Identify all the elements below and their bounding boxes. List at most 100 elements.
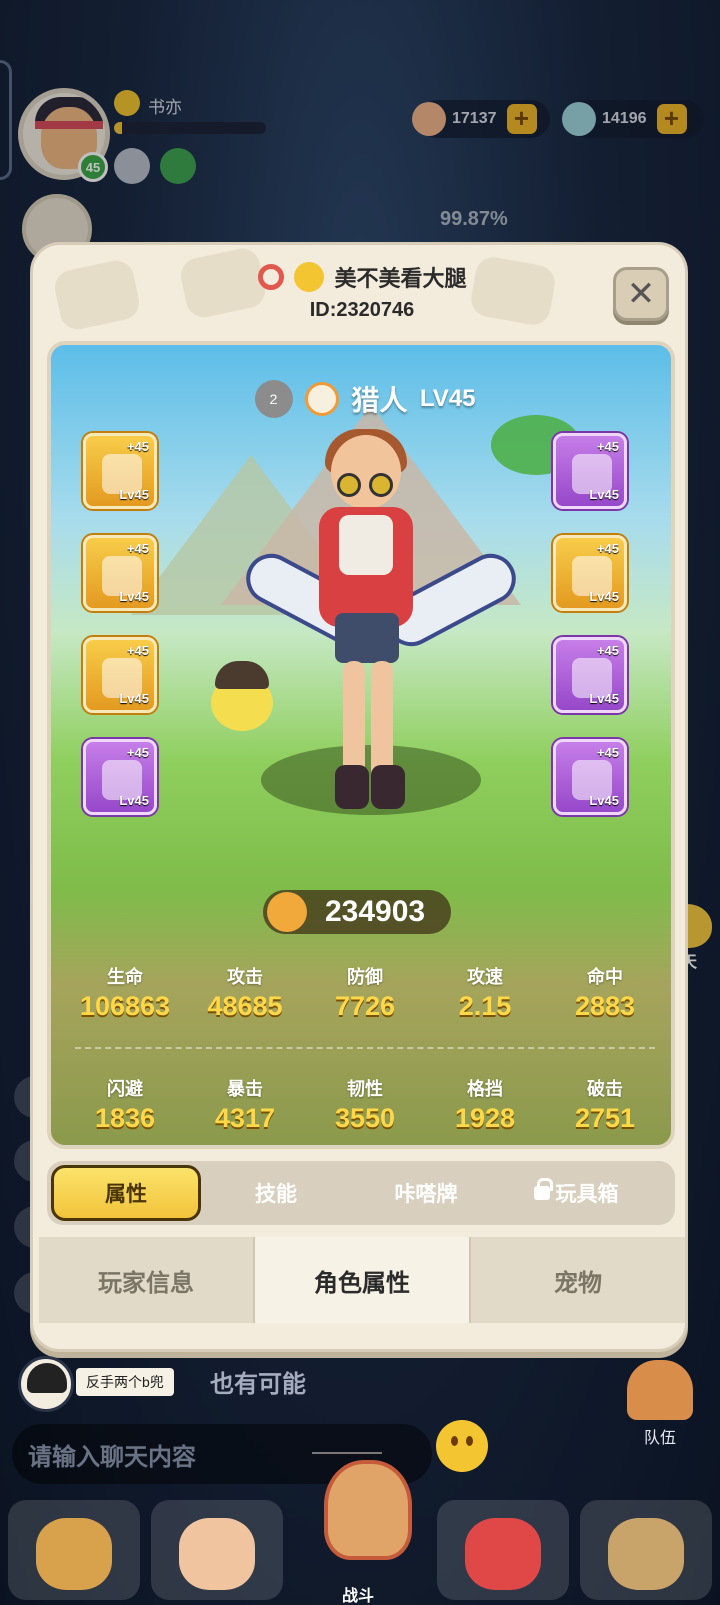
tab-player-info[interactable]: 玩家信息 bbox=[39, 1237, 255, 1323]
stat-accuracy: 命中 2883 bbox=[545, 963, 665, 1033]
chat-input-placeholder: 请输入聊天内容 bbox=[28, 1443, 196, 1471]
smiley-icon bbox=[293, 262, 324, 292]
stat-value: 4317 bbox=[214, 1103, 276, 1133]
bottom-nav: 战斗 bbox=[0, 1460, 720, 1605]
tab-attributes[interactable]: 属性 bbox=[51, 1165, 201, 1221]
tab-toybox[interactable]: 玩具箱 bbox=[501, 1165, 651, 1221]
equip-plus: +45 bbox=[596, 439, 619, 454]
class-level: LV45 bbox=[419, 385, 476, 412]
chat-message: 也有可能 bbox=[210, 1371, 306, 1398]
sub-tabs: 属性 技能 咔嗒牌 玩具箱 bbox=[47, 1161, 675, 1225]
equip-plus: +45 bbox=[596, 643, 619, 658]
stat-attack: 攻击 48685 bbox=[185, 963, 305, 1033]
stat-label: 攻速 bbox=[467, 967, 503, 987]
equip-slot-helmet[interactable]: +45 Lv45 bbox=[83, 535, 157, 611]
caveman-icon bbox=[36, 1518, 112, 1590]
nav-dino[interactable] bbox=[437, 1500, 569, 1600]
stat-label: 韧性 bbox=[347, 1079, 383, 1099]
equip-slot-bow[interactable]: +45 Lv45 bbox=[83, 433, 157, 509]
stat-label: 暴击 bbox=[227, 1079, 263, 1099]
hero-character[interactable] bbox=[291, 429, 441, 825]
pet-hat bbox=[215, 661, 269, 689]
stat-value: 1836 bbox=[94, 1103, 156, 1133]
team-label: 队伍 bbox=[643, 1430, 676, 1447]
equip-level: Lv45 bbox=[119, 793, 149, 808]
stat-value: 48685 bbox=[207, 991, 283, 1021]
hero-boot bbox=[335, 765, 369, 809]
chat-sender-avatar[interactable] bbox=[18, 1356, 74, 1412]
stat-value: 106863 bbox=[79, 991, 171, 1021]
equip-level: Lv45 bbox=[119, 691, 149, 706]
hero-boot bbox=[371, 765, 405, 809]
tab-skills[interactable]: 技能 bbox=[201, 1165, 351, 1221]
equip-level: Lv45 bbox=[589, 589, 619, 604]
main-tabs: 玩家信息 角色属性 宠物 bbox=[39, 1237, 685, 1323]
equip-plus: +45 bbox=[596, 745, 619, 760]
equip-slot-ring[interactable]: +45 Lv45 bbox=[83, 739, 157, 815]
hunter-class-icon bbox=[304, 382, 339, 416]
pet-character[interactable] bbox=[203, 655, 279, 739]
totem-icon bbox=[608, 1518, 684, 1590]
player-id: ID:2320746 bbox=[309, 299, 415, 321]
team-icon bbox=[627, 1360, 693, 1420]
stat-toughness: 韧性 3550 bbox=[305, 1075, 425, 1145]
modal-title-row: 美不美看大腿 bbox=[33, 261, 691, 293]
class-name: 猎人 bbox=[351, 385, 408, 416]
stat-crit: 暴击 4317 bbox=[185, 1075, 305, 1145]
battle-label: 战斗 bbox=[342, 1588, 375, 1605]
equip-level: Lv45 bbox=[589, 487, 619, 502]
stat-value: 2883 bbox=[574, 991, 636, 1021]
stat-value: 2751 bbox=[574, 1103, 636, 1133]
close-icon: ✕ bbox=[626, 275, 656, 313]
equip-slot-necklace[interactable]: +45 Lv45 bbox=[553, 739, 627, 815]
stat-label: 防御 bbox=[347, 967, 383, 987]
hero-shirt bbox=[339, 515, 393, 575]
stat-block: 格挡 1928 bbox=[425, 1075, 545, 1145]
hero-head bbox=[331, 435, 401, 509]
emoji-button[interactable] bbox=[436, 1420, 488, 1472]
stat-label: 格挡 bbox=[467, 1079, 503, 1099]
equip-slot-glove[interactable]: +45 Lv45 bbox=[83, 637, 157, 713]
stats-divider bbox=[75, 1047, 655, 1049]
equip-plus: +45 bbox=[126, 439, 149, 454]
equip-slot-gauntlet[interactable]: +45 Lv45 bbox=[553, 637, 627, 713]
stat-attack-speed: 攻速 2.15 bbox=[425, 963, 545, 1033]
hero-icon bbox=[179, 1518, 255, 1590]
stats-row: 生命 106863 攻击 48685 防御 7726 攻速 2.15 命中 2883 bbox=[65, 963, 665, 1033]
battle-mask-icon bbox=[324, 1460, 412, 1560]
hero-shorts bbox=[335, 613, 399, 663]
combat-power-value: 234903 bbox=[325, 895, 426, 928]
stat-label: 闪避 bbox=[107, 1079, 143, 1099]
equip-slot-armor[interactable]: +45 Lv45 bbox=[553, 535, 627, 611]
nav-hero[interactable] bbox=[151, 1500, 283, 1600]
player-profile-modal: 美不美看大腿 ID:2320746 ✕ 2 猎人 LV45 +45 Lv45 +… bbox=[30, 242, 688, 1352]
key-icon bbox=[257, 264, 284, 290]
stat-label: 命中 bbox=[587, 967, 623, 987]
equip-level: Lv45 bbox=[119, 589, 149, 604]
stat-hp: 生命 106863 bbox=[65, 963, 185, 1033]
nav-battle[interactable]: 战斗 bbox=[294, 1460, 426, 1605]
input-underline bbox=[312, 1452, 382, 1454]
tab-cards[interactable]: 咔嗒牌 bbox=[351, 1165, 501, 1221]
muscle-icon bbox=[267, 892, 307, 932]
nav-totem[interactable] bbox=[580, 1500, 712, 1600]
tab-toybox-label: 玩具箱 bbox=[555, 1183, 619, 1206]
close-button[interactable]: ✕ bbox=[613, 267, 669, 321]
stat-label: 破击 bbox=[587, 1079, 623, 1099]
equip-plus: +45 bbox=[126, 745, 149, 760]
character-scene: 2 猎人 LV45 +45 Lv45 +45 Lv45 +45 Lv45 +45… bbox=[47, 341, 675, 1149]
stat-label: 攻击 bbox=[227, 967, 263, 987]
team-button[interactable]: 队伍 bbox=[620, 1360, 700, 1450]
tab-character-attributes[interactable]: 角色属性 bbox=[255, 1237, 471, 1323]
tab-pet[interactable]: 宠物 bbox=[471, 1237, 685, 1323]
equip-plus: +45 bbox=[596, 541, 619, 556]
avatar-hair bbox=[27, 1363, 67, 1393]
stats-panel: 生命 106863 攻击 48685 防御 7726 攻速 2.15 命中 2883 闪避… bbox=[65, 963, 665, 1145]
stat-label: 生命 bbox=[107, 967, 143, 987]
nav-caveman[interactable] bbox=[8, 1500, 140, 1600]
stat-value: 1928 bbox=[454, 1103, 516, 1133]
equip-slot-quiver[interactable]: +45 Lv45 bbox=[553, 433, 627, 509]
equip-level: Lv45 bbox=[589, 691, 619, 706]
stat-value: 2.15 bbox=[458, 991, 512, 1021]
equip-plus: +45 bbox=[126, 541, 149, 556]
